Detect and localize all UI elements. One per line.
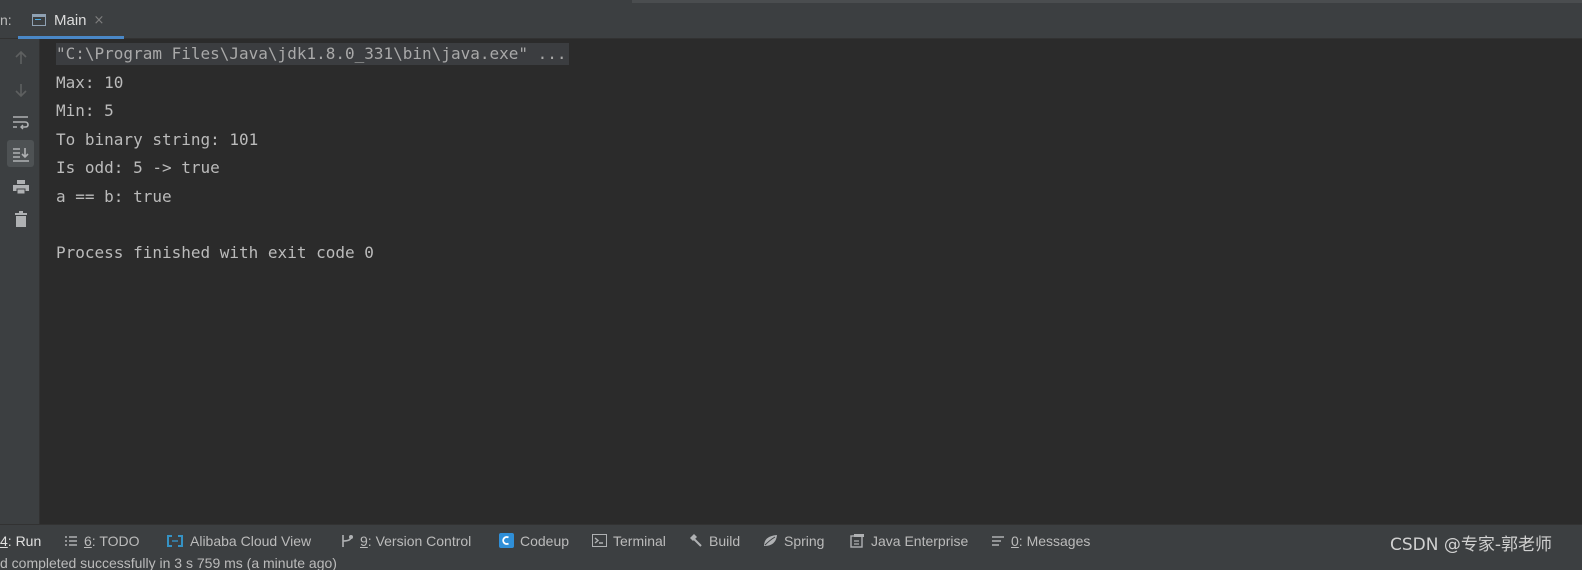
up-button[interactable] [7, 44, 34, 71]
tab-java-enterprise[interactable]: Java Enterprise [850, 525, 968, 556]
tab-version-control-number: 9 [360, 532, 368, 549]
scroll-to-end-icon [12, 147, 29, 162]
tab-terminal[interactable]: Terminal [592, 525, 666, 556]
tool-window-title: n: [0, 12, 12, 28]
tab-run[interactable]: 4: Run [0, 525, 41, 556]
tab-messages-number: 0 [1011, 532, 1019, 549]
tab-build[interactable]: Build [688, 525, 740, 556]
console-line: Is odd: 5 -> true [56, 158, 220, 177]
codeup-icon [499, 533, 514, 548]
console-output[interactable]: "C:\Program Files\Java\jdk1.8.0_331\bin\… [40, 39, 1582, 524]
console-line: Max: 10 [56, 73, 124, 92]
tool-window-bar: 4: Run 6: TODO Alibaba Cloud View 9: Ver… [0, 524, 1582, 556]
tab-main-label: Main [54, 11, 87, 29]
terminal-icon [592, 534, 607, 547]
console-window-icon [32, 14, 46, 26]
console-command-line: "C:\Program Files\Java\jdk1.8.0_331\bin\… [56, 43, 569, 65]
scroll-to-end-button[interactable] [7, 140, 34, 167]
soft-wrap-icon [12, 115, 29, 129]
down-button[interactable] [7, 76, 34, 103]
status-bar: d completed successfully in 3 s 759 ms (… [0, 556, 1582, 570]
trash-icon [14, 210, 27, 227]
version-control-icon [340, 534, 354, 548]
tab-run-number: 4 [0, 532, 8, 549]
alibaba-cloud-icon [166, 534, 184, 547]
console-exit-line: Process finished with exit code 0 [56, 243, 374, 262]
tool-window-header: n: Main × [0, 0, 1582, 39]
run-toolbar [0, 39, 40, 524]
clear-button[interactable] [7, 205, 34, 232]
tab-main[interactable]: Main × [18, 4, 124, 39]
console-line: To binary string: 101 [56, 130, 259, 149]
header-divider [632, 0, 1582, 3]
spring-leaf-icon [763, 534, 778, 547]
hammer-icon [688, 533, 703, 548]
messages-icon [991, 535, 1005, 547]
tab-todo-label: : TODO [91, 532, 140, 549]
console-line: Min: 5 [56, 101, 114, 120]
tab-version-control[interactable]: 9: Version Control [340, 525, 471, 556]
tab-todo[interactable]: 6: TODO [64, 525, 140, 556]
console-line: a == b: true [56, 187, 172, 206]
tab-spring[interactable]: Spring [763, 525, 824, 556]
soft-wrap-button[interactable] [7, 108, 34, 135]
tab-messages-label: : Messages [1018, 532, 1091, 549]
watermark: CSDN @专家-郭老师 [1389, 535, 1552, 555]
print-button[interactable] [7, 173, 34, 200]
tab-build-label: Build [709, 532, 741, 549]
tab-terminal-label: Terminal [613, 532, 666, 549]
tab-run-label: : Run [7, 532, 42, 549]
status-message[interactable]: d completed successfully in 3 s 759 ms (… [0, 556, 337, 570]
close-icon[interactable]: × [94, 13, 105, 28]
arrow-down-icon [14, 83, 27, 97]
tab-alibaba-cloud-view-label: Alibaba Cloud View [190, 532, 312, 549]
tab-java-enterprise-label: Java Enterprise [871, 532, 969, 549]
tab-messages[interactable]: 0: Messages [991, 525, 1090, 556]
tab-spring-label: Spring [784, 532, 825, 549]
tab-todo-number: 6 [84, 532, 92, 549]
java-enterprise-icon [850, 533, 865, 548]
arrow-up-icon [14, 50, 27, 64]
print-icon [12, 179, 29, 194]
tab-codeup[interactable]: Codeup [499, 525, 569, 556]
tab-version-control-label: : Version Control [367, 532, 472, 549]
list-icon [64, 535, 78, 547]
tab-codeup-label: Codeup [520, 532, 570, 549]
tab-alibaba-cloud-view[interactable]: Alibaba Cloud View [166, 525, 311, 556]
